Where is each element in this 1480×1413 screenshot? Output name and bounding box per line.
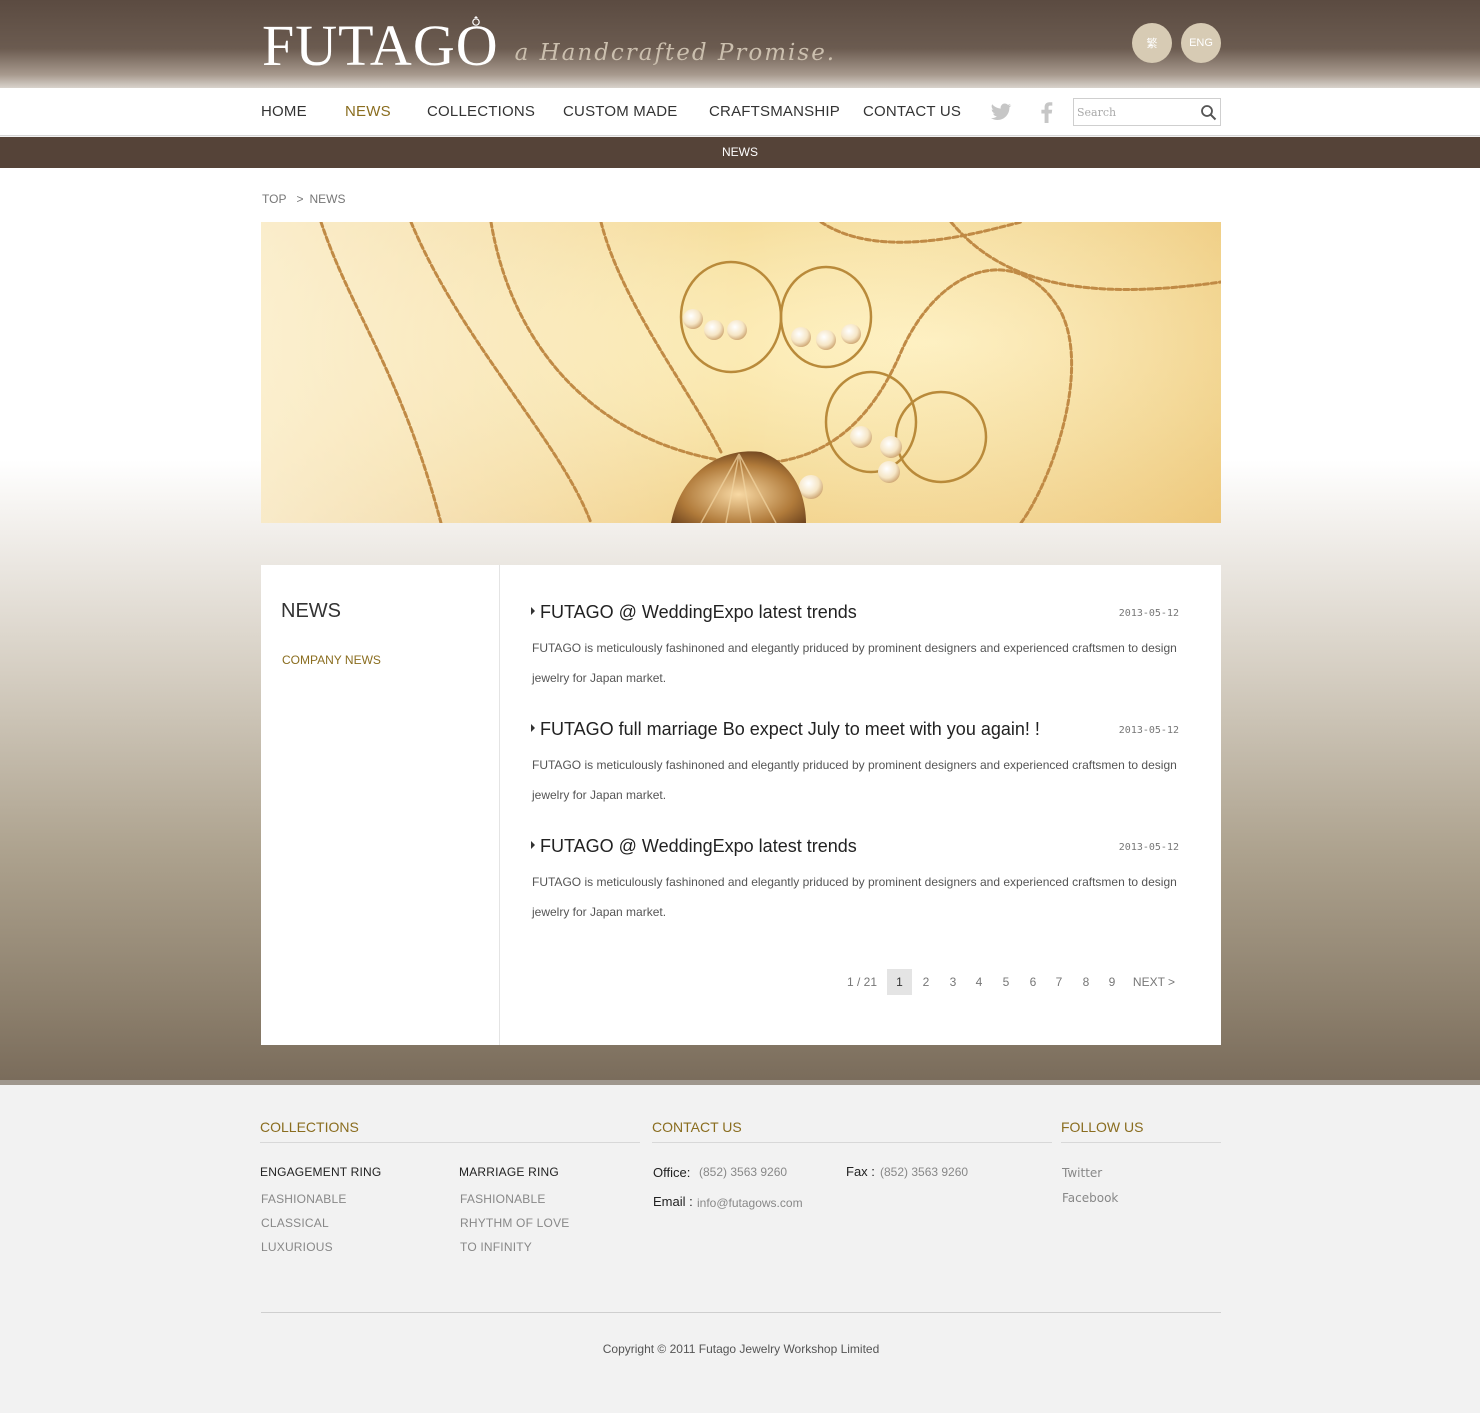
footer-rule (652, 1142, 1052, 1143)
bullet-arrow-icon (531, 724, 535, 732)
page-link-current[interactable]: 1 (887, 969, 912, 995)
search-input[interactable] (1077, 102, 1195, 122)
footer-marriage-ring-title[interactable]: MARRIAGE RING (459, 1165, 559, 1179)
breadcrumb-top-link[interactable]: TOP (262, 192, 286, 206)
footer-rule (260, 1142, 640, 1143)
page-link[interactable]: 5 (1000, 969, 1012, 995)
search-icon[interactable] (1200, 104, 1217, 121)
footer-link-marriage-fashionable[interactable]: FASHIONABLE (460, 1192, 546, 1206)
news-date: 2013-05-12 (1118, 608, 1179, 619)
email-label: Email : (653, 1194, 693, 1209)
sidebar-title: NEWS (281, 600, 341, 622)
nav-item-craftsmanship[interactable]: CRAFTSMANSHIP (709, 103, 840, 120)
page-summary: 1 / 21 (846, 975, 878, 989)
email-link[interactable]: info@futagows.com (697, 1196, 803, 1210)
nav-item-home[interactable]: HOME (261, 103, 307, 120)
news-title-link[interactable]: FUTAGO full marriage Bo expect July to m… (531, 719, 1040, 740)
content-panel: NEWS COMPANY NEWS FUTAGO @ WeddingExpo l… (261, 565, 1221, 1045)
breadcrumb-separator: > (296, 192, 304, 206)
news-date: 2013-05-12 (1118, 725, 1179, 736)
office-label: Office: (653, 1165, 691, 1180)
footer-follow-heading: FOLLOW US (1061, 1119, 1144, 1135)
logo[interactable]: FUTAGO a Handcrafted Promise. (262, 13, 837, 78)
site-footer: COLLECTIONS ENGAGEMENT RING FASHIONABLE … (0, 1085, 1480, 1413)
twitter-icon[interactable] (989, 100, 1013, 124)
jewelry-photo (261, 222, 1221, 523)
footer-link-engagement-fashionable[interactable]: FASHIONABLE (261, 1192, 347, 1206)
search-box (1073, 98, 1221, 126)
footer-link-facebook[interactable]: Facebook (1062, 1191, 1118, 1205)
news-excerpt: FUTAGO is meticulously fashinoned and el… (532, 758, 1177, 802)
nav-item-news[interactable]: NEWS (345, 103, 391, 120)
office-phone: (852) 3563 9260 (699, 1165, 788, 1179)
page-link[interactable]: 4 (973, 969, 985, 995)
logo-wordmark: FUTAGO (262, 13, 499, 78)
footer-link-marriage-to-infinity[interactable]: TO INFINITY (460, 1240, 532, 1254)
logo-tagline: a Handcrafted Promise. (514, 40, 837, 66)
section-title-bar: NEWS (0, 137, 1480, 168)
page-link[interactable]: 7 (1053, 969, 1065, 995)
news-excerpt: FUTAGO is meticulously fashinoned and el… (532, 875, 1177, 919)
language-english-button[interactable]: ENG (1181, 23, 1221, 63)
facebook-icon[interactable] (1035, 100, 1059, 124)
footer-rule (1061, 1142, 1221, 1143)
news-excerpt: FUTAGO is meticulously fashinoned and el… (532, 641, 1177, 685)
nav-item-collections[interactable]: COLLECTIONS (427, 103, 535, 120)
sidebar-item-company-news[interactable]: COMPANY NEWS (282, 653, 381, 667)
footer-link-engagement-luxurious[interactable]: LUXURIOUS (261, 1240, 333, 1254)
bullet-arrow-icon (531, 841, 535, 849)
footer-collections-heading: COLLECTIONS (260, 1119, 359, 1135)
breadcrumb: TOP > NEWS (262, 192, 349, 206)
fax-number: (852) 3563 9260 (880, 1165, 969, 1179)
page-link[interactable]: 8 (1080, 969, 1092, 995)
page-link[interactable]: 9 (1106, 969, 1118, 995)
footer-engagement-ring-title[interactable]: ENGAGEMENT RING (260, 1165, 381, 1179)
page-link[interactable]: 2 (920, 969, 932, 995)
nav-item-custom-made[interactable]: CUSTOM MADE (563, 103, 677, 120)
footer-contact-heading: CONTACT US (652, 1119, 742, 1135)
site-header: FUTAGO a Handcrafted Promise. 繁 ENG (0, 0, 1480, 88)
nav-item-contact-us[interactable]: CONTACT US (863, 103, 961, 120)
footer-link-engagement-classical[interactable]: CLASSICAL (261, 1216, 329, 1230)
page-link[interactable]: 3 (947, 969, 959, 995)
page-link[interactable]: 6 (1027, 969, 1039, 995)
footer-link-twitter[interactable]: Twitter (1062, 1166, 1102, 1180)
news-title-link[interactable]: FUTAGO @ WeddingExpo latest trends (531, 836, 857, 857)
pagination: 1 / 21 1 2 3 4 5 6 7 8 9 NEXT > (261, 969, 1221, 995)
footer-bottom-rule (261, 1312, 1221, 1313)
fax-label: Fax : (846, 1164, 875, 1179)
breadcrumb-current: NEWS (309, 192, 346, 206)
copyright-text: Copyright © 2011 Futago Jewelry Workshop… (602, 1342, 880, 1356)
next-page-button[interactable]: NEXT > (1131, 969, 1177, 995)
news-date: 2013-05-12 (1118, 842, 1179, 853)
bullet-arrow-icon (531, 607, 535, 615)
footer-link-marriage-rhythm-of-love[interactable]: RHYTHM OF LOVE (460, 1216, 569, 1230)
news-title-link[interactable]: FUTAGO @ WeddingExpo latest trends (531, 602, 857, 623)
language-traditional-chinese-button[interactable]: 繁 (1132, 23, 1172, 63)
hero-banner-image (261, 222, 1221, 523)
main-nav: HOME NEWS COLLECTIONS CUSTOM MADE CRAFTS… (0, 88, 1480, 136)
ring-icon (472, 16, 480, 26)
